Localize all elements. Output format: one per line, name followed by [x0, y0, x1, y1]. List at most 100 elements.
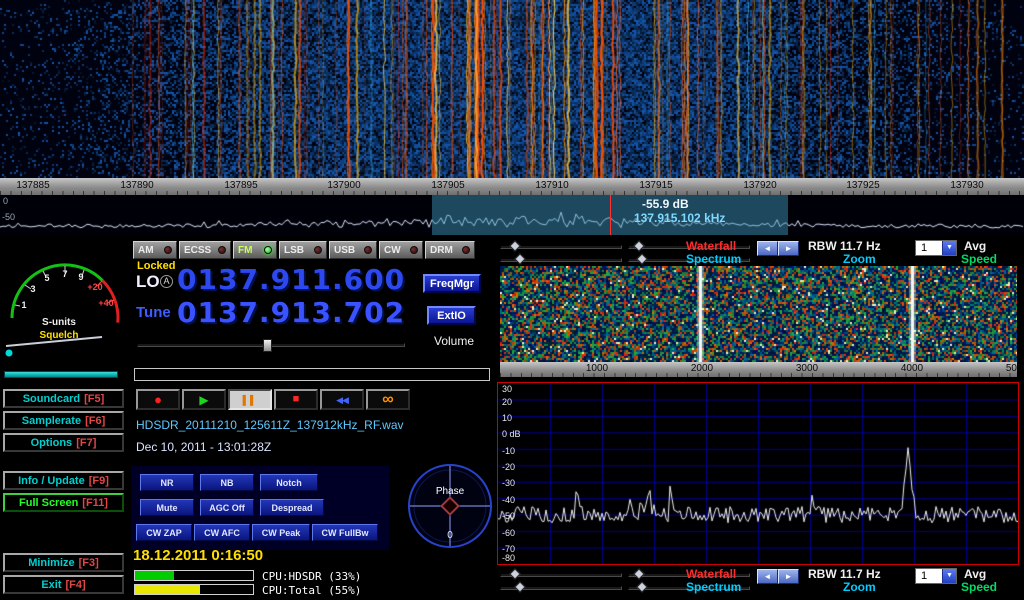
extio-button[interactable]: ExtIO — [427, 306, 476, 325]
db-axis-label: -10 — [502, 446, 515, 456]
lower-avg-select[interactable]: 1 ▼ — [915, 568, 957, 584]
dsp-panel: NR NB Notch Mute AGC Off Despread CW ZAP… — [131, 466, 389, 550]
zoom-frequency-scale[interactable]: 1000 2000 3000 4000 5000 — [500, 362, 1017, 377]
mode-fm-label: FM — [238, 245, 252, 256]
frequency-tick-label: 137895 — [210, 180, 272, 191]
cpu-hdsdr-label: CPU:HDSDR (33%) — [262, 570, 361, 583]
stop-icon: ■ — [293, 394, 300, 405]
notch-button[interactable]: Notch — [260, 474, 318, 491]
zoom-waterfall[interactable] — [500, 266, 1017, 362]
main-waterfall[interactable] — [0, 0, 1024, 178]
play-button[interactable]: ▶ — [182, 389, 226, 410]
lo-mode-badge[interactable]: A — [160, 275, 173, 288]
squelch-level-bar[interactable] — [4, 371, 118, 378]
lower-waterfall-brightness-thumb[interactable] — [509, 568, 520, 579]
freqmgr-button[interactable]: FreqMgr — [423, 274, 481, 293]
phase-dial-value: 0 — [447, 530, 453, 541]
soundcard-button[interactable]: Soundcard [F5] — [3, 389, 124, 408]
lower-spectrum-offset-slider[interactable] — [500, 586, 622, 590]
mode-drm-button[interactable]: DRM — [425, 241, 475, 259]
pause-button[interactable]: ▌▌ — [228, 389, 272, 410]
avg-select[interactable]: 1 ▼ — [915, 240, 957, 256]
cw-afc-button[interactable]: CW AFC — [194, 524, 250, 541]
squelch-indicator-dot[interactable] — [6, 350, 13, 357]
waterfall-contrast-thumb[interactable] — [633, 240, 644, 251]
mode-cw-button[interactable]: CW — [379, 241, 423, 259]
phase-dial[interactable]: Phase 0 — [405, 461, 495, 551]
lower-waterfall-brightness-slider[interactable] — [500, 573, 622, 577]
full-screen-button-label: Full Screen — [19, 497, 78, 509]
cw-peak-button[interactable]: CW Peak — [252, 524, 310, 541]
samplerate-button[interactable]: Samplerate [F6] — [3, 411, 124, 430]
volume-slider-thumb[interactable] — [263, 339, 272, 352]
waterfall-brightness-slider[interactable] — [500, 245, 622, 249]
s-meter-tick-label: +40 — [98, 298, 113, 308]
mode-cw-label: CW — [384, 245, 401, 256]
playback-position-bar[interactable] — [134, 368, 490, 381]
waterfall-label: Waterfall — [686, 239, 736, 253]
record-button[interactable]: ● — [136, 389, 180, 410]
phase-dial-label: Phase — [436, 486, 465, 497]
mute-button[interactable]: Mute — [140, 499, 194, 516]
main-spectrum[interactable]: 0 -50 -55.9 dB 137.915.102 kHz — [0, 195, 1024, 235]
frequency-tick-label: 137905 — [417, 180, 479, 191]
rewind-button[interactable]: ◀◀ — [320, 389, 364, 410]
audio-spectrum-panel[interactable]: 30 20 10 0 dB -10 -20 -30 -40 -50 -60 -7… — [497, 382, 1019, 565]
shift-left-button[interactable]: ◄ — [757, 241, 778, 256]
lock-indicator: Locked — [137, 260, 176, 272]
s-meter-title: S-units — [16, 317, 102, 328]
info-update-button-label: Info / Update — [18, 475, 85, 487]
db-axis-label: 30 — [502, 384, 512, 394]
zoom-slider-thumb[interactable] — [636, 253, 647, 264]
options-button-label: Options — [31, 437, 73, 449]
shift-right-button[interactable]: ► — [778, 241, 799, 256]
cw-fullbw-button[interactable]: CW FullBw — [312, 524, 378, 541]
waterfall-brightness-thumb[interactable] — [509, 240, 520, 251]
mode-fm-button[interactable]: FM — [233, 241, 277, 259]
nb-button[interactable]: NB — [200, 474, 254, 491]
mode-lsb-button[interactable]: LSB — [279, 241, 327, 259]
options-button[interactable]: Options [F7] — [3, 433, 124, 452]
lower-zoom-label: Zoom — [843, 580, 876, 594]
cw-zap-button[interactable]: CW ZAP — [136, 524, 192, 541]
lower-waterfall-label: Waterfall — [686, 567, 736, 581]
combo-arrow-icon[interactable]: ▼ — [942, 569, 956, 583]
mode-am-button[interactable]: AM — [133, 241, 177, 259]
exit-button[interactable]: Exit [F4] — [3, 575, 124, 594]
despread-button[interactable]: Despread — [260, 499, 324, 516]
stop-button[interactable]: ■ — [274, 389, 318, 410]
agc-off-button[interactable]: AGC Off — [200, 499, 254, 516]
db-axis-label: -20 — [502, 462, 515, 472]
loop-button[interactable]: ∞ — [366, 389, 410, 410]
lower-waterfall-contrast-thumb[interactable] — [633, 568, 644, 579]
volume-label: Volume — [434, 334, 474, 348]
lower-spectrum-label: Spectrum — [686, 580, 741, 594]
db-axis-label: -40 — [502, 495, 515, 505]
info-update-button-key: [F9] — [89, 475, 109, 487]
lower-shift-left-button[interactable]: ◄ — [757, 569, 778, 584]
audio-spectrum-trace[interactable] — [498, 383, 1018, 564]
combo-arrow-icon[interactable]: ▼ — [942, 241, 956, 255]
frequency-scale[interactable]: 137885 137890 137895 137900 137905 13791… — [0, 178, 1024, 195]
db-axis-label: -80 — [502, 553, 515, 563]
spectrum-offset-thumb[interactable] — [514, 253, 525, 264]
full-screen-button[interactable]: Full Screen [F11] — [3, 493, 124, 512]
lower-shift-right-button[interactable]: ► — [778, 569, 799, 584]
cursor-frequency-readout: 137.915.102 kHz — [634, 211, 725, 225]
volume-slider[interactable] — [137, 343, 405, 347]
lower-zoom-slider-thumb[interactable] — [636, 581, 647, 592]
mode-usb-button[interactable]: USB — [329, 241, 377, 259]
lower-spectrum-offset-thumb[interactable] — [514, 581, 525, 592]
tune-marker[interactable] — [610, 195, 611, 235]
rewind-icon: ◀◀ — [336, 395, 348, 405]
info-update-button[interactable]: Info / Update [F9] — [3, 471, 124, 490]
mode-led — [364, 246, 372, 254]
frequency-tick-label: 137910 — [521, 180, 583, 191]
nr-button[interactable]: NR — [140, 474, 194, 491]
mode-ecss-button[interactable]: ECSS — [179, 241, 231, 259]
minimize-button[interactable]: Minimize [F3] — [3, 553, 124, 572]
lo-frequency-display[interactable]: 0137.911.600 — [177, 263, 405, 296]
frequency-tick-label: 137885 — [2, 180, 64, 191]
spectrum-offset-slider[interactable] — [500, 258, 622, 262]
tune-frequency-display[interactable]: 0137.913.702 — [177, 296, 405, 329]
